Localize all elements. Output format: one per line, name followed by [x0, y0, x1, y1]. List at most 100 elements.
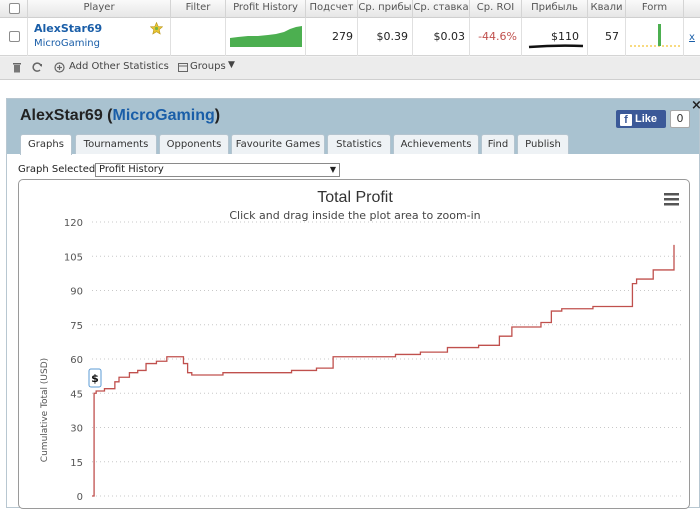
chart-tooltip-label: $	[91, 372, 99, 385]
chart-data-point[interactable]	[165, 355, 169, 359]
close-icon[interactable]: ×	[691, 98, 700, 113]
col-header-count[interactable]: Подсчет	[306, 0, 358, 18]
chart-y-tick-label: 105	[64, 252, 83, 263]
col-header-avg-stake[interactable]: Ср. ставка	[413, 0, 470, 18]
chart-data-point[interactable]	[186, 371, 190, 375]
add-stats-icon[interactable]	[54, 62, 65, 73]
remove-cell: x	[684, 18, 700, 56]
chart-data-point[interactable]	[107, 387, 111, 391]
profit-history-cell	[226, 18, 306, 56]
chart-series-line[interactable]	[92, 244, 675, 497]
col-header-player[interactable]: Player	[28, 0, 171, 18]
chart-data-point[interactable]	[144, 362, 148, 366]
chart-data-point[interactable]	[136, 368, 140, 372]
facebook-icon: f	[620, 114, 632, 126]
profit-chart[interactable]: Total Profit Click and drag inside the p…	[19, 180, 691, 510]
chart-data-point[interactable]	[497, 334, 501, 338]
chart-data-point[interactable]	[356, 355, 360, 359]
col-header-filter[interactable]: Filter	[171, 0, 226, 18]
chart-data-point[interactable]	[221, 371, 225, 375]
refresh-icon[interactable]	[32, 61, 43, 73]
table-footer: Add Other Statistics Groups ▼	[0, 57, 700, 79]
player-title-close-paren: )	[214, 107, 221, 124]
chart-data-point[interactable]	[190, 373, 194, 377]
chart-data-point[interactable]	[90, 494, 94, 498]
chart-data-point[interactable]	[300, 368, 304, 372]
chart-data-point[interactable]	[102, 387, 106, 391]
chart-data-point[interactable]	[94, 389, 98, 393]
tab-statistics[interactable]: Statistics	[327, 134, 391, 154]
col-header-avg-profit[interactable]: Ср. прибы	[358, 0, 413, 18]
chart-data-point[interactable]	[435, 350, 439, 354]
chart-data-point[interactable]	[154, 359, 158, 363]
col-header-profit[interactable]: Прибыль	[522, 0, 588, 18]
chart-data-point[interactable]	[630, 282, 634, 286]
chart-data-point[interactable]	[98, 389, 102, 393]
filter-cell	[171, 18, 226, 56]
chart-data-point[interactable]	[651, 268, 655, 272]
chart-data-point[interactable]	[672, 243, 676, 247]
chart-data-point[interactable]	[393, 352, 397, 356]
player-title: AlexStar69 (MicroGaming)	[20, 107, 220, 125]
chart-data-point[interactable]	[113, 380, 117, 384]
tab-find[interactable]: Find	[481, 134, 515, 154]
chart-y-tick-label: 60	[70, 355, 83, 366]
form-sparkline	[630, 24, 680, 47]
chart-data-point[interactable]	[510, 325, 514, 329]
col-header-profit-history[interactable]: Profit History	[226, 0, 306, 18]
facebook-like-button[interactable]: f Like	[616, 110, 666, 128]
chart-y-tick-label: 30	[70, 424, 83, 435]
remove-row-link[interactable]: x	[689, 32, 695, 43]
chart-data-point[interactable]	[539, 320, 543, 324]
graph-select-dropdown[interactable]: Profit History ▼	[95, 163, 340, 177]
chart-data-point[interactable]	[635, 277, 639, 281]
tab-favourite-games[interactable]: Favourite Games	[231, 134, 325, 154]
add-other-statistics-button[interactable]: Add Other Statistics	[69, 61, 169, 72]
profit-value: $110	[551, 30, 579, 43]
chart-y-tick-label: 90	[70, 287, 83, 298]
chart-data-point[interactable]	[477, 343, 481, 347]
select-all-checkbox[interactable]	[9, 3, 20, 14]
chevron-down-icon[interactable]: ▼	[228, 60, 235, 70]
chart-data-point[interactable]	[664, 268, 668, 272]
chart-data-point[interactable]	[290, 368, 294, 372]
chart-data-point[interactable]	[445, 346, 449, 350]
avg-stake-value: $0.03	[413, 18, 470, 56]
groups-dropdown[interactable]: Groups	[190, 61, 226, 72]
player-name-link[interactable]: AlexStar69	[34, 22, 102, 35]
chart-data-point[interactable]	[248, 371, 252, 375]
chart-y-tick-label: 15	[70, 458, 83, 469]
avg-roi-value: -44.6%	[470, 18, 522, 56]
trash-icon[interactable]	[12, 62, 22, 73]
chart-data-point[interactable]	[181, 362, 185, 366]
tab-publish[interactable]: Publish	[517, 134, 569, 154]
chart-data-point[interactable]	[418, 350, 422, 354]
chart-data-point[interactable]	[117, 375, 121, 379]
col-header-remove	[684, 0, 700, 18]
tab-graphs[interactable]: Graphs	[20, 134, 72, 155]
chart-data-point[interactable]	[198, 373, 202, 377]
chart-title: Total Profit	[317, 189, 393, 206]
col-header-qualification[interactable]: Квали	[588, 0, 626, 18]
chart-data-point[interactable]	[331, 355, 335, 359]
player-panel-header: AlexStar69 (MicroGaming) f Like 0 × Graph…	[7, 98, 700, 155]
chart-tooltip: $	[88, 368, 102, 388]
chart-data-point[interactable]	[127, 371, 131, 375]
chart-data-point[interactable]	[560, 307, 564, 311]
chart-data-point[interactable]	[314, 366, 318, 370]
tab-opponents[interactable]: Opponents	[159, 134, 229, 154]
col-header-form[interactable]: Form	[626, 0, 684, 18]
tab-achievements[interactable]: Achievements	[393, 134, 479, 154]
results-table: Player Filter Profit History Подсчет Ср.…	[0, 0, 700, 80]
row-checkbox[interactable]	[9, 31, 20, 42]
chart-data-point[interactable]	[549, 309, 553, 313]
col-header-avg-roi[interactable]: Ср. ROI	[470, 0, 522, 18]
chart-series	[90, 243, 676, 498]
player-title-network[interactable]: MicroGaming	[113, 107, 215, 124]
chart-data-point[interactable]	[175, 355, 179, 359]
tab-tournaments[interactable]: Tournaments	[75, 134, 157, 154]
network-link[interactable]: MicroGaming	[34, 38, 100, 49]
chart-data-point[interactable]	[591, 304, 595, 308]
chart-menu-icon[interactable]	[664, 193, 679, 206]
chart-data-point[interactable]	[622, 304, 626, 308]
